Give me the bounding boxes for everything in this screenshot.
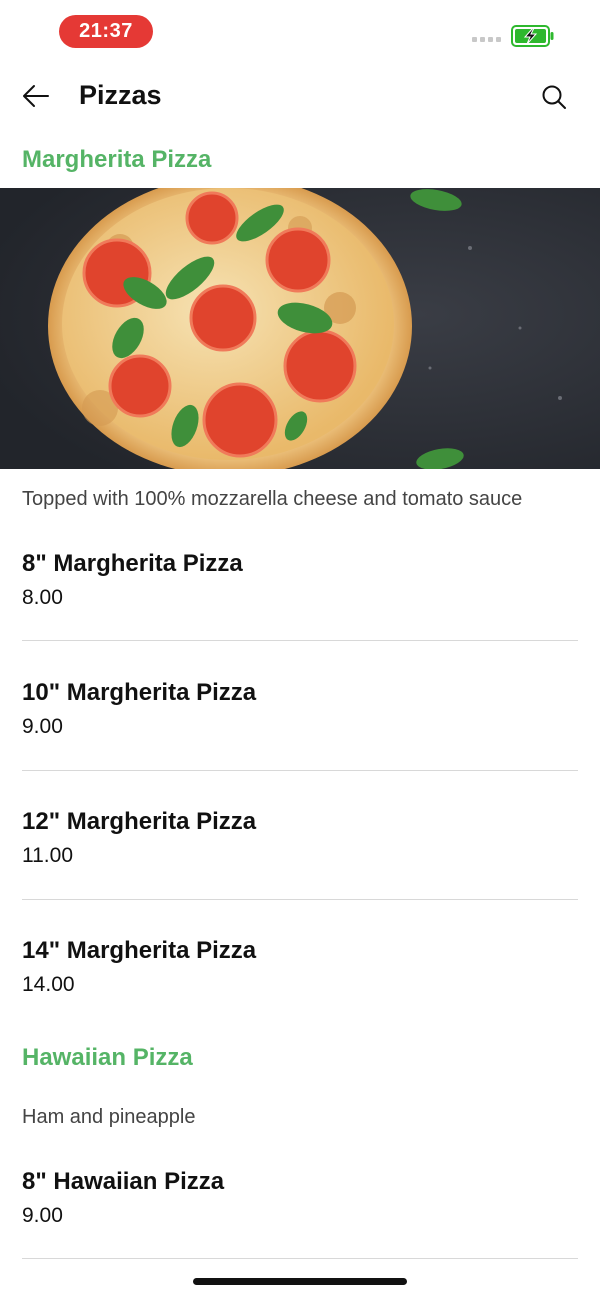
divider	[22, 899, 578, 900]
menu-item[interactable]: 8" Hawaiian Pizza 9.00	[22, 1167, 578, 1229]
menu-item[interactable]: 12" Margherita Pizza 11.00	[22, 807, 578, 869]
menu-item-name: 12" Margherita Pizza	[22, 808, 257, 835]
back-button[interactable]	[20, 80, 52, 112]
divider	[22, 770, 578, 771]
menu-item-price: 14.00	[22, 973, 75, 996]
search-icon	[542, 85, 566, 109]
menu-item-name: 8" Margherita Pizza	[22, 550, 243, 577]
menu-item-name: 14" Margherita Pizza	[22, 937, 257, 964]
status-bar: 21:37	[0, 0, 600, 64]
menu-item-name: 10" Margherita Pizza	[22, 679, 257, 706]
menu-item[interactable]: 10" Margherita Pizza 9.00	[22, 678, 578, 740]
menu-item[interactable]: 8" Margherita Pizza 8.00	[22, 549, 578, 611]
section-title-hawaiian: Hawaiian Pizza	[22, 1044, 193, 1071]
page-title: Pizzas	[79, 80, 162, 110]
section-description-hawaiian: Ham and pineapple	[22, 1106, 196, 1128]
menu-item-price: 9.00	[22, 715, 63, 738]
margherita-pizza-image	[0, 188, 600, 469]
menu-item-price: 9.00	[22, 1204, 63, 1227]
search-button[interactable]	[538, 81, 570, 113]
home-indicator	[193, 1278, 407, 1285]
status-time: 21:37	[59, 15, 153, 48]
menu-item-price: 8.00	[22, 586, 63, 609]
app-header: Pizzas	[0, 64, 600, 134]
signal-icon	[472, 37, 501, 42]
section-description-margherita: Topped with 100% mozzarella cheese and t…	[22, 488, 523, 510]
menu-item-price: 11.00	[22, 844, 73, 867]
arrow-left-icon	[23, 85, 49, 107]
divider	[22, 640, 578, 641]
menu-item[interactable]: 14" Margherita Pizza 14.00	[22, 936, 578, 998]
menu-item-name: 8" Hawaiian Pizza	[22, 1168, 225, 1195]
divider	[22, 1258, 578, 1259]
battery-icon	[511, 25, 555, 52]
section-title-margherita: Margherita Pizza	[22, 146, 212, 173]
